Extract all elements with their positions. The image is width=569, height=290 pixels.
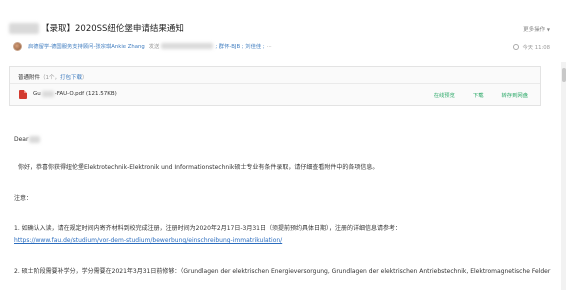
scrollbar-thumb[interactable] [562,68,566,82]
scrollbar-track[interactable] [561,62,566,290]
preview-button[interactable]: 在线预览 [434,91,455,99]
attachment-divider [10,83,540,84]
save-to-drive-button[interactable]: 转存到网盘 [502,91,529,99]
body-paragraph-2: 注意： [14,195,33,202]
body-paragraph-3: 1. 如确认入读，请在规定时间内寄齐材料到校完成注册，注册时间为2020年2月1… [14,225,401,232]
to-label: 发送 [148,44,160,50]
more-actions-button[interactable]: 更多操作 ▼ [523,25,550,33]
avatar[interactable] [13,41,22,51]
body-paragraph-4: 2. 硕士阶段需要补学分，学分需要在2021年3月31日前修够：（Grundla… [14,268,551,275]
pdf-icon [19,89,27,99]
attachment-count: （1个， [40,75,61,81]
attachment-file[interactable]: Gu -FAU-O.pdf (121.57KB) [19,89,117,99]
download-button[interactable]: 下载 [473,91,484,99]
redacted-subject-prefix [9,22,39,34]
redacted-recipients [161,43,214,49]
body-paragraph-1: 你好，恭喜你获得纽伦堡Elektrotechnik-Elektronik und… [18,164,379,171]
sender-row: 启德留学-德国服务支持顾问-张宗琪Ankie Zhang 发送 ; 群怀-BJB… [13,41,272,51]
attachment-panel: 普通附件（1个，打包下载） Gu -FAU-O.pdf (121.57KB) 在… [9,66,541,106]
attachment-title: 普通附件（1个，打包下载） [18,73,88,81]
file-name-prefix: Gu [33,91,41,97]
redacted-file-name [41,91,54,97]
greeting-text: Dear [14,136,29,143]
subject-row: 【录取】2020SS纽伦堡申请结果通知 [9,21,184,35]
file-name-suffix: -FAU-O.pdf (121.57KB) [54,91,117,97]
email-subject: 【录取】2020SS纽伦堡申请结果通知 [41,24,184,34]
download-all-link[interactable]: 打包下载 [60,75,82,81]
more-actions-label: 更多操作 [523,27,546,33]
file-actions: 在线预览 下载 转存到网盘 [434,91,528,99]
email-header: 【录取】2020SS纽伦堡申请结果通知 更多操作 ▼ 启德留学-德国服务支持顾问… [0,0,569,58]
caret-down-icon: ▼ [546,27,550,32]
redacted-name [29,136,41,143]
recipients-more[interactable]: ... [267,43,272,49]
attachment-title-label: 普通附件 [18,75,41,81]
greeting: Dear [14,136,41,143]
clock-icon [513,44,520,50]
registration-link[interactable]: https://www.fau.de/studium/vor-dem-studi… [14,237,282,244]
email-date: 今天 11:08 [513,43,550,51]
sender-name[interactable]: 启德留学-德国服务支持顾问-张宗琪Ankie Zhang [28,42,145,50]
recipients-list[interactable]: ; 群怀-BJB ; 刘佳佳 ; [215,42,264,50]
attachment-count-close: ） [82,75,88,81]
date-text: 今天 11:08 [522,45,550,51]
